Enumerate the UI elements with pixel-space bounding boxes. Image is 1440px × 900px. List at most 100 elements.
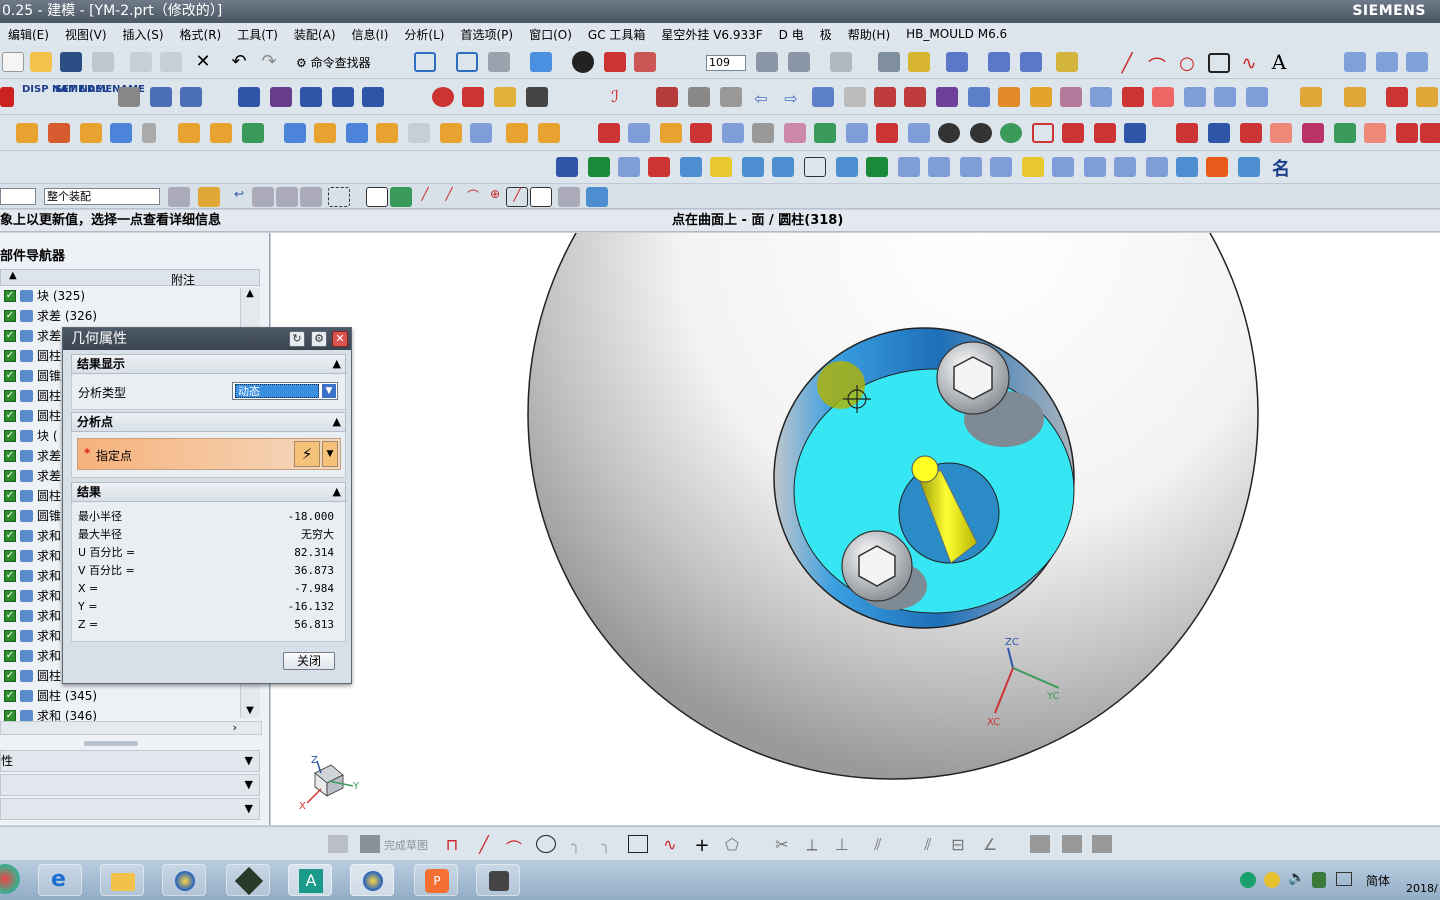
abs-icon[interactable] — [656, 87, 678, 107]
section-analysis-point[interactable]: 分析点 ▲ — [71, 412, 346, 432]
image-icon[interactable] — [270, 87, 292, 107]
name-icon[interactable]: 名 — [1270, 155, 1292, 180]
swept-icon[interactable] — [1406, 52, 1428, 72]
section-results[interactable]: 结果 ▲ — [71, 482, 346, 502]
mold-i-icon[interactable] — [284, 123, 306, 143]
select-c-icon[interactable] — [300, 187, 322, 207]
stack-icon[interactable] — [1060, 87, 1082, 107]
pocket-icon[interactable] — [904, 87, 926, 107]
plugin-d-icon[interactable] — [648, 157, 670, 177]
plugin-u-icon[interactable] — [1176, 157, 1198, 177]
zoom-icon[interactable] — [456, 52, 478, 72]
new-file-icon[interactable] — [2, 52, 24, 72]
mold-p-icon[interactable] — [506, 123, 528, 143]
mold-al-icon[interactable] — [1240, 123, 1262, 143]
snap-endpoint-icon[interactable] — [366, 187, 388, 207]
navigator-row[interactable]: ✓ 块 (325) — [0, 286, 260, 306]
menu-item-3[interactable]: 格式(R) — [172, 26, 230, 43]
mold-l-icon[interactable] — [376, 123, 398, 143]
menu-item-7[interactable]: 分析(L) — [396, 26, 452, 43]
mold-am-icon[interactable] — [1270, 123, 1292, 143]
mold-icon[interactable] — [1300, 87, 1322, 107]
block-icon[interactable] — [1122, 87, 1144, 107]
filter-icon[interactable] — [168, 187, 190, 207]
menu-item-15[interactable]: HB_MOULD M6.6 — [898, 27, 1015, 41]
mold-u-icon[interactable] — [690, 123, 712, 143]
work-layer-icon[interactable] — [634, 52, 656, 72]
navigator-row[interactable]: ✓ 圆柱 (345) — [0, 686, 260, 706]
ruler-stack-icon[interactable] — [1030, 87, 1052, 107]
check-icon[interactable]: ✓ — [4, 550, 16, 562]
mold-b-icon[interactable] — [48, 123, 70, 143]
menu-item-9[interactable]: 窗口(O) — [521, 26, 580, 43]
finish-sketch-label[interactable]: 完成草图 — [384, 837, 428, 853]
mold-w-icon[interactable] — [752, 123, 774, 143]
save-icon[interactable] — [60, 52, 82, 72]
menu-item-8[interactable]: 首选项(P) — [452, 26, 521, 43]
mold-n-icon[interactable] — [440, 123, 462, 143]
plugin-n-icon[interactable] — [960, 157, 982, 177]
plugin-p-icon[interactable] — [1022, 157, 1044, 177]
plugin-o-icon[interactable] — [990, 157, 1012, 177]
open-folder-icon[interactable] — [30, 52, 52, 72]
menu-item-0[interactable]: 编辑(E) — [0, 26, 57, 43]
mold-af-icon[interactable] — [1032, 123, 1054, 143]
point-icon[interactable] — [988, 52, 1010, 72]
stop-icon[interactable] — [432, 87, 454, 107]
mold-ah-icon[interactable] — [1094, 123, 1116, 143]
profile-icon[interactable]: ⊓ — [442, 835, 462, 854]
mold-ak-icon[interactable] — [1208, 123, 1230, 143]
layers-icon[interactable] — [362, 87, 384, 107]
panel-section-2[interactable]: ▼ — [0, 774, 260, 796]
menu-item-1[interactable]: 视图(V) — [57, 26, 115, 43]
shaded-view-icon[interactable] — [530, 52, 552, 72]
snap-center-icon[interactable]: ⊕ — [484, 187, 506, 207]
plugin-t-icon[interactable] — [1146, 157, 1168, 177]
plugin-g-icon[interactable] — [742, 157, 764, 177]
nx-app-icon[interactable] — [162, 864, 206, 896]
network-icon[interactable] — [1336, 872, 1352, 886]
close-button[interactable]: 关闭 — [283, 652, 335, 670]
wcs-icon[interactable] — [830, 52, 852, 72]
nx-tool-icon[interactable] — [476, 864, 520, 896]
circle-icon[interactable]: ○ — [1176, 53, 1198, 74]
mold-ag-icon[interactable] — [1062, 123, 1084, 143]
curve-icon[interactable]: ℐ — [604, 87, 626, 107]
scroll-up-icon[interactable]: ▲ — [241, 288, 259, 299]
check-icon[interactable]: ✓ — [4, 650, 16, 662]
plugin-r-icon[interactable] — [1084, 157, 1106, 177]
snap-line-icon[interactable]: ╱ — [414, 187, 436, 207]
check-icon[interactable]: ✓ — [4, 590, 16, 602]
check-icon[interactable]: ✓ — [4, 670, 16, 682]
plugin-q-icon[interactable] — [1052, 157, 1074, 177]
sketch-point-icon[interactable]: + — [692, 835, 712, 856]
plugin-b-icon[interactable] — [588, 157, 610, 177]
line-icon[interactable]: ╱ — [1116, 53, 1138, 74]
settings-gear-icon[interactable]: ⚙ — [311, 331, 327, 347]
plugin-m-icon[interactable] — [928, 157, 950, 177]
mirror-curve-icon[interactable]: ⫽ — [918, 835, 938, 854]
tray-play-icon[interactable] — [1240, 872, 1256, 888]
spline-icon[interactable]: ∿ — [1238, 53, 1260, 74]
check-icon[interactable]: ✓ — [4, 370, 16, 382]
mold-x-icon[interactable] — [784, 123, 806, 143]
menu-item-11[interactable]: 星空外挂 V6.933F — [653, 26, 770, 43]
check-icon[interactable]: ✓ — [4, 690, 16, 702]
polygon-icon[interactable]: ⬠ — [722, 835, 742, 854]
mold-ab-icon[interactable] — [908, 123, 930, 143]
mold-aj-icon[interactable] — [1176, 123, 1198, 143]
volume-icon[interactable]: 🔈 — [1288, 870, 1305, 886]
transform-icon[interactable] — [1020, 52, 1042, 72]
trim-icon[interactable] — [688, 87, 710, 107]
model-view[interactable]: ZC YC XC Z Y X — [271, 233, 1440, 825]
eye-icon[interactable] — [150, 87, 172, 107]
plugin-a-icon[interactable] — [556, 157, 578, 177]
frame-icon[interactable] — [332, 87, 354, 107]
wps-icon[interactable]: P — [414, 864, 458, 896]
snap-arc-icon[interactable]: ⌒ — [462, 187, 484, 207]
plugin-l-icon[interactable] — [898, 157, 920, 177]
studio-spline-icon[interactable]: ∿ — [660, 835, 680, 854]
snap-mid-icon[interactable] — [390, 187, 412, 207]
analysis-type-select[interactable]: 动态 ▼ — [232, 382, 338, 400]
plugin-f-icon[interactable] — [710, 157, 732, 177]
